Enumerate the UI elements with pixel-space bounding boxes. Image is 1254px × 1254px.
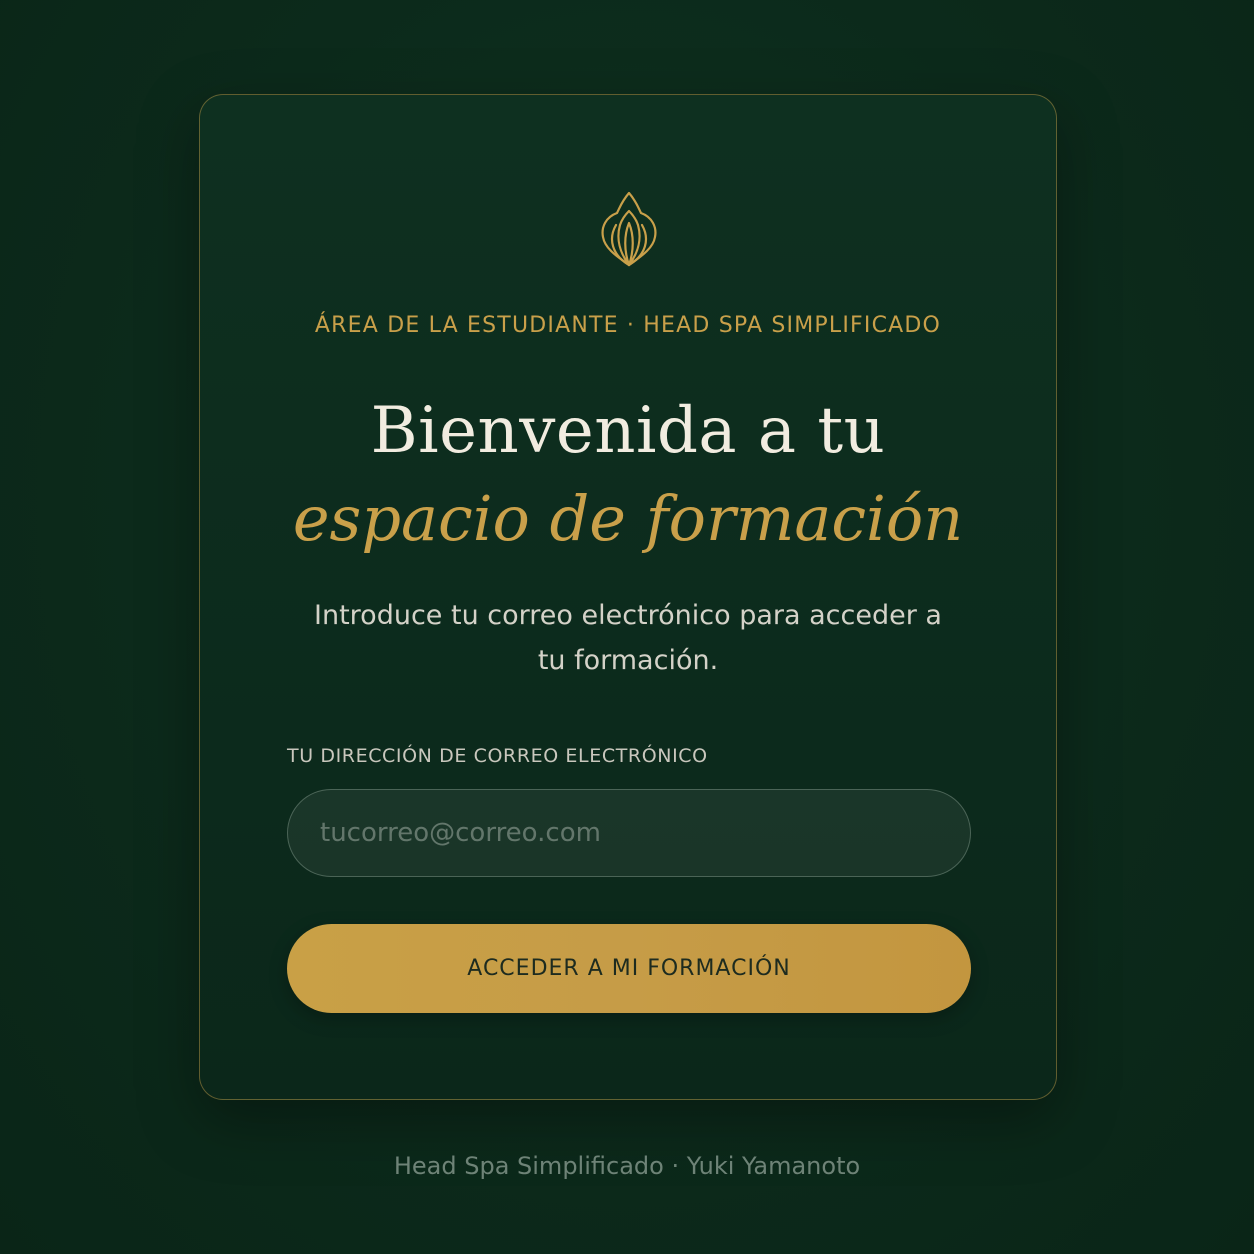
instructions-text: Introduce tu correo electrónico para acc…: [314, 600, 942, 676]
email-field-label: TU DIRECCIÓN DE CORREO ELECTRÓNICO: [287, 745, 708, 767]
page-title-line1: Bienvenida a tu: [370, 394, 886, 468]
page-title-line2: espacio de formación: [292, 482, 964, 555]
login-card: ÁREA DE LA ESTUDIANTE · HEAD SPA SIMPLIF…: [199, 94, 1057, 1100]
eyebrow-label: ÁREA DE LA ESTUDIANTE · HEAD SPA SIMPLIF…: [314, 313, 942, 338]
access-training-button[interactable]: ACCEDER A MI FORMACIÓN: [287, 924, 971, 1013]
email-field[interactable]: [287, 789, 971, 877]
footer-credit: Head Spa Simplificado · Yuki Yamanoto: [393, 1152, 861, 1180]
lotus-icon: [601, 191, 657, 267]
